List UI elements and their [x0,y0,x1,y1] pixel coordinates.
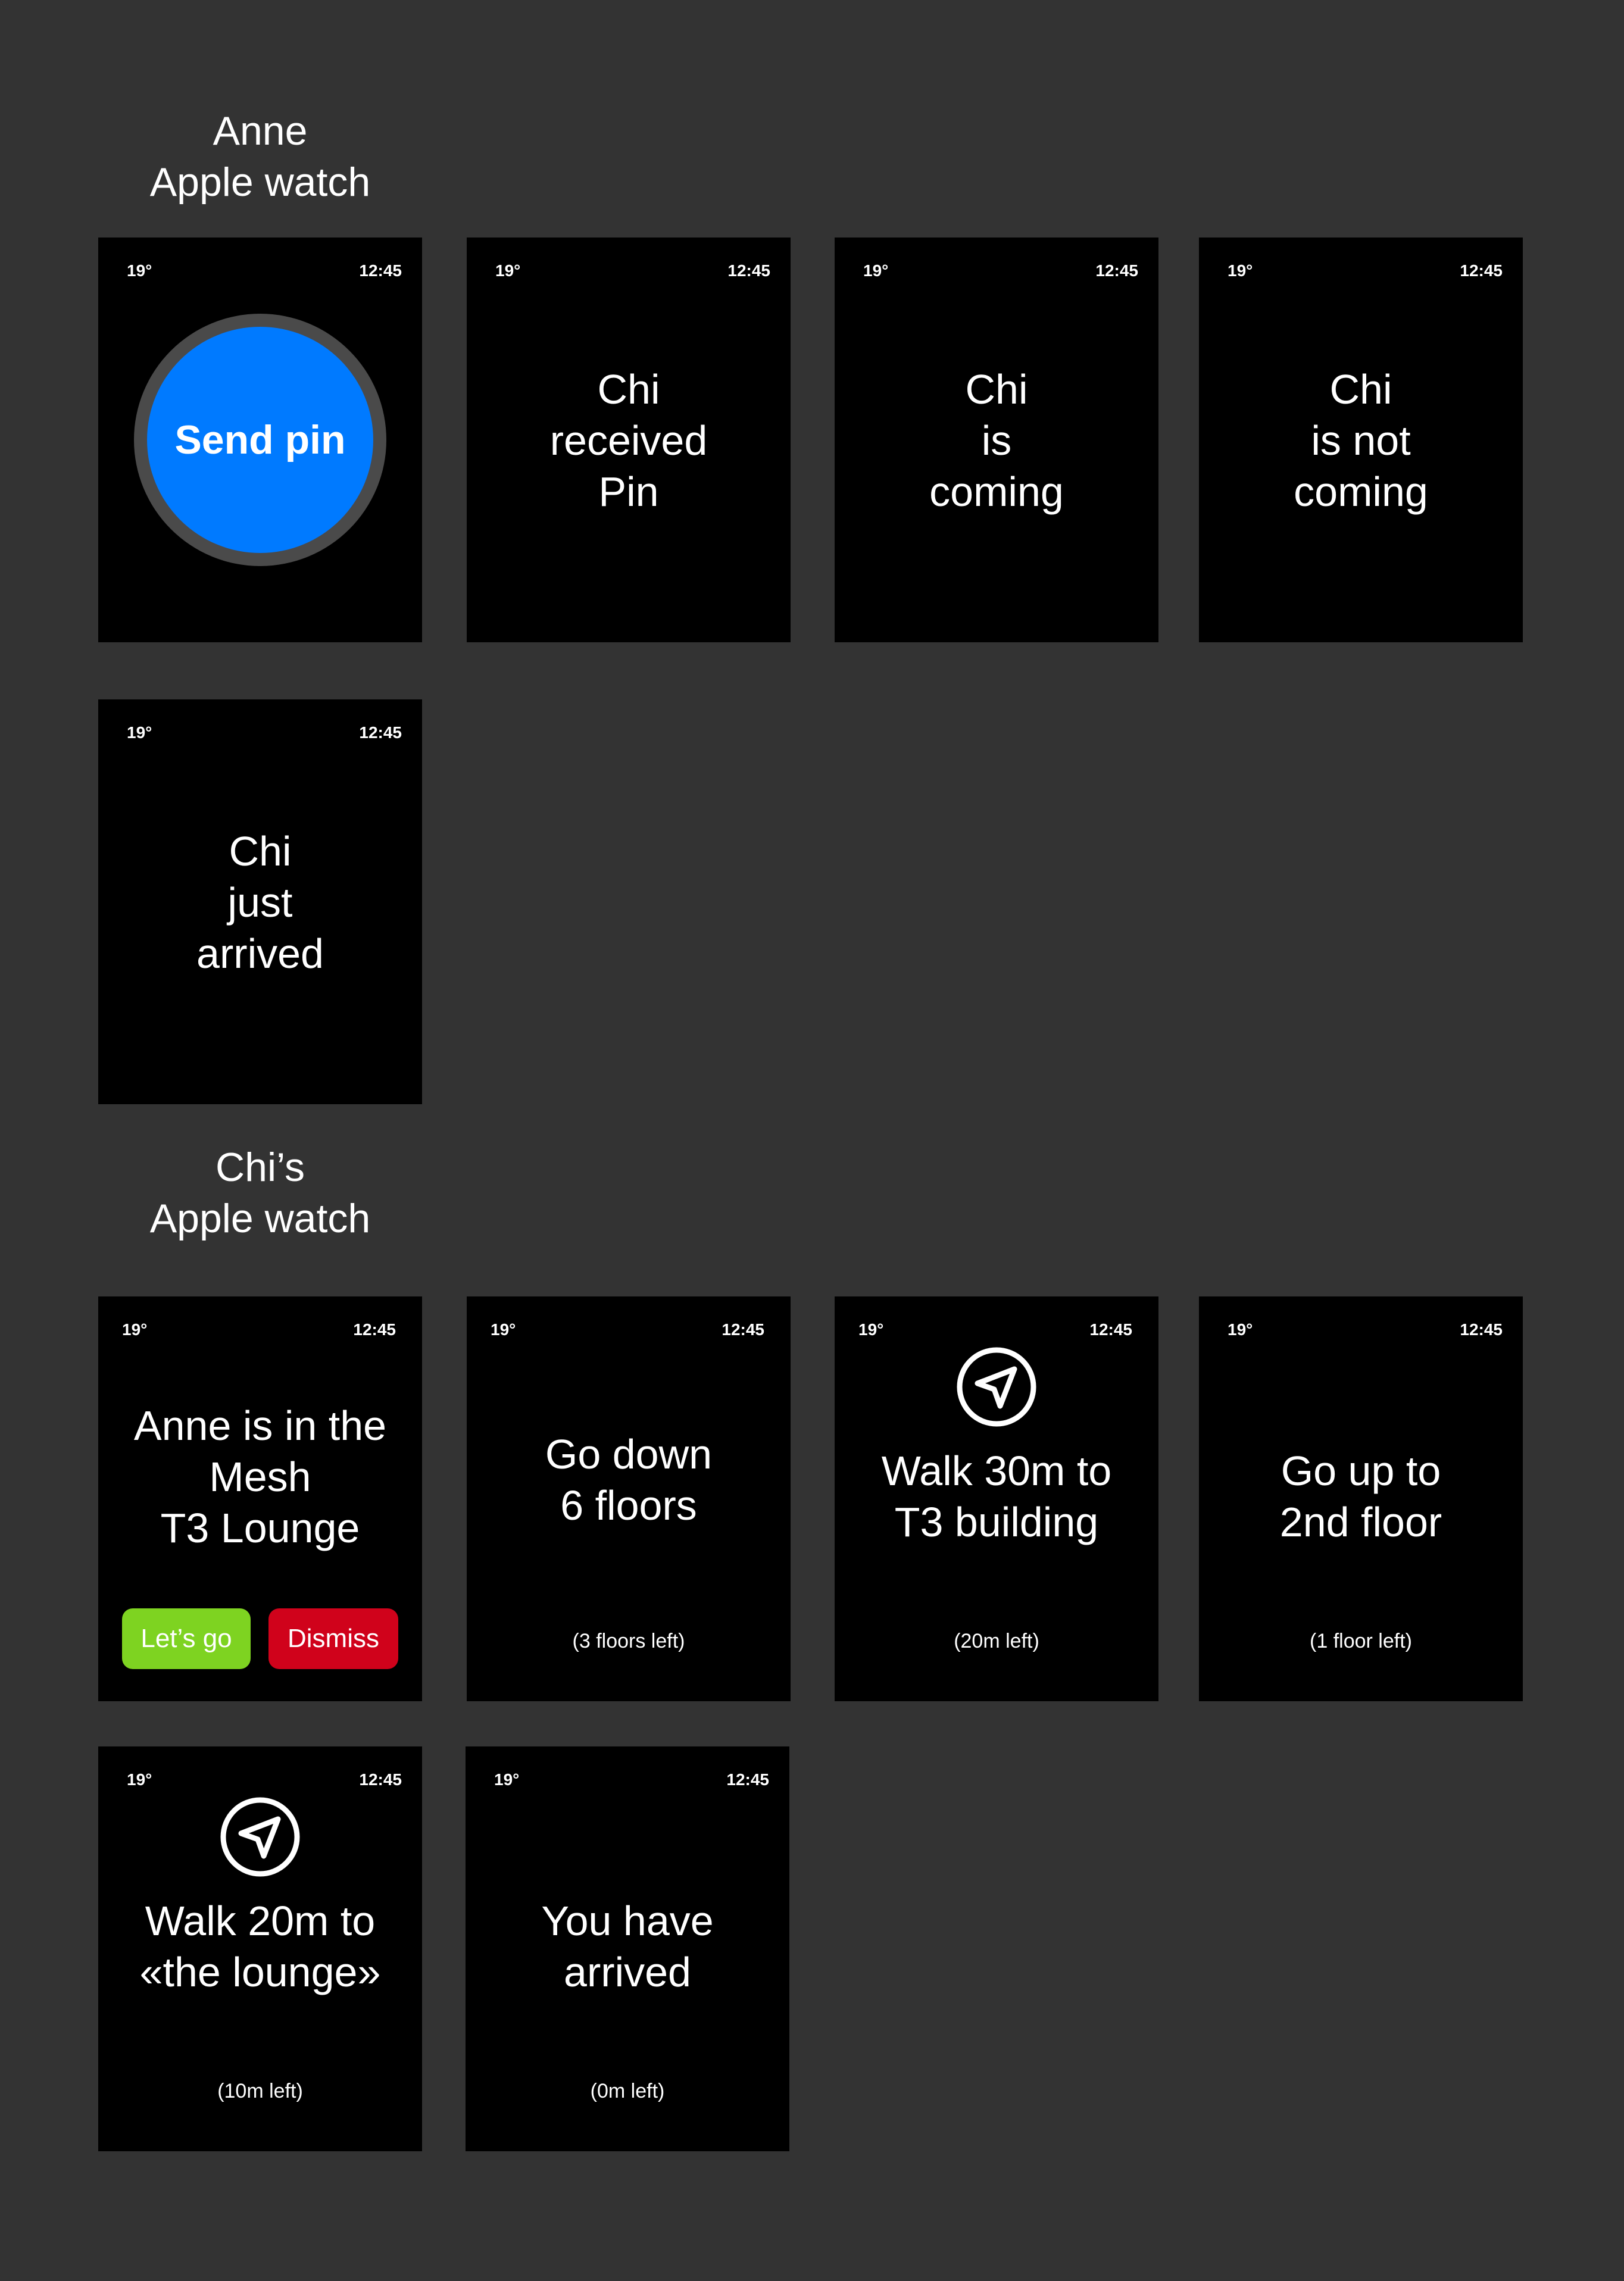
chi-title-line1: Chi’s [216,1145,305,1190]
message-line: Go up to [1281,1448,1441,1494]
message-line: «the lounge» [139,1949,381,1995]
chi-section-title: Chi’s Apple watch [98,1142,422,1244]
anne-title-line2: Apple watch [149,160,371,205]
message-line: received [549,417,708,464]
remaining-distance: (20m left) [954,1630,1039,1652]
temperature-label: 19° [858,1320,884,1339]
temperature-label: 19° [127,723,152,742]
message-line: Anne is in the [133,1402,387,1449]
watch-screen-chi-just-arrived: 19° 12:45 Chi just arrived [98,699,422,1104]
message-line: is [981,417,1012,464]
message-text: Walk 20m to «the lounge» [98,1895,422,1998]
message-text: Go down 6 floors [467,1429,791,1531]
time-label: 12:45 [1089,1320,1132,1339]
watch-screen-go-down: 19° 12:45 Go down 6 floors (3 floors lef… [467,1296,791,1701]
message-text: Chi is not coming [1199,364,1523,517]
message-text: Chi just arrived [98,826,422,979]
watch-screen-send-pin: 19° 12:45 Send pin [98,238,422,642]
anne-section-title: Anne Apple watch [98,105,422,208]
message-line: coming [929,468,1064,515]
message-line: T3 building [894,1499,1099,1545]
watch-screen-walk-building: 19° 12:45 Walk 30m to T3 building (20m l… [835,1296,1158,1701]
message-line: 6 floors [560,1482,697,1529]
temperature-label: 19° [127,1770,152,1789]
anne-title-line1: Anne [213,108,308,154]
chi-title-line2: Apple watch [149,1196,371,1241]
message-text: Go up to 2nd floor [1199,1445,1523,1548]
message-line: Chi [1329,366,1392,413]
navigation-arrow-icon [957,1347,1036,1427]
navigation-arrow-icon [220,1797,300,1877]
message-text: Anne is in the Mesh T3 Lounge [98,1400,422,1554]
watch-screen-chi-not-coming: 19° 12:45 Chi is not coming [1199,238,1523,642]
message-line: T3 Lounge [160,1505,360,1551]
temperature-label: 19° [495,261,521,280]
watch-screen-go-up: 19° 12:45 Go up to 2nd floor (1 floor le… [1199,1296,1523,1701]
time-label: 12:45 [1460,1320,1503,1339]
time-label: 12:45 [722,1320,764,1339]
message-line: arrived [196,930,324,977]
temperature-label: 19° [1228,1320,1253,1339]
watch-screen-chi-is-coming: 19° 12:45 Chi is coming [835,238,1158,642]
message-line: Chi [965,366,1028,413]
message-line: Walk 30m to [881,1448,1112,1494]
time-label: 12:45 [359,723,402,742]
message-line: coming [1294,468,1428,515]
temperature-label: 19° [491,1320,516,1339]
time-label: 12:45 [1460,261,1503,280]
message-line: Go down [545,1431,713,1477]
message-line: Chi [597,366,660,413]
remaining-distance: (3 floors left) [572,1630,685,1652]
send-pin-button[interactable]: Send pin [147,327,373,553]
remaining-distance: (10m left) [217,2080,303,2102]
temperature-label: 19° [122,1320,148,1339]
message-line: Pin [598,468,659,515]
message-line: You have [541,1898,714,1944]
time-label: 12:45 [1095,261,1138,280]
time-label: 12:45 [726,1770,769,1789]
message-line: is not [1311,417,1411,464]
time-label: 12:45 [727,261,770,280]
watch-screen-you-have-arrived: 19° 12:45 You have arrived (0m left) [466,1746,789,2151]
remaining-distance: (1 floor left) [1310,1630,1412,1652]
message-text: Walk 30m to T3 building [835,1445,1158,1548]
message-line: arrived [564,1949,691,1995]
message-line: Chi [229,828,292,874]
temperature-label: 19° [127,261,152,280]
message-line: just [227,879,293,926]
lets-go-button[interactable]: Let’s go [122,1608,251,1669]
watch-screen-walk-lounge: 19° 12:45 Walk 20m to «the lounge» (10m … [98,1746,422,2151]
message-line: Walk 20m to [145,1898,376,1944]
watch-screen-invite: 19° 12:45 Anne is in the Mesh T3 Lounge … [98,1296,422,1701]
remaining-distance: (0m left) [590,2080,665,2102]
time-label: 12:45 [359,1770,402,1789]
message-text: Chi received Pin [467,364,791,517]
temperature-label: 19° [1228,261,1253,280]
message-line: Mesh [209,1454,311,1500]
message-line: 2nd floor [1279,1499,1442,1545]
time-label: 12:45 [353,1320,396,1339]
dismiss-button[interactable]: Dismiss [268,1608,398,1669]
message-text: You have arrived [466,1895,789,1998]
temperature-label: 19° [863,261,889,280]
time-label: 12:45 [359,261,402,280]
watch-screen-chi-received-pin: 19° 12:45 Chi received Pin [467,238,791,642]
temperature-label: 19° [494,1770,520,1789]
message-text: Chi is coming [835,364,1158,517]
